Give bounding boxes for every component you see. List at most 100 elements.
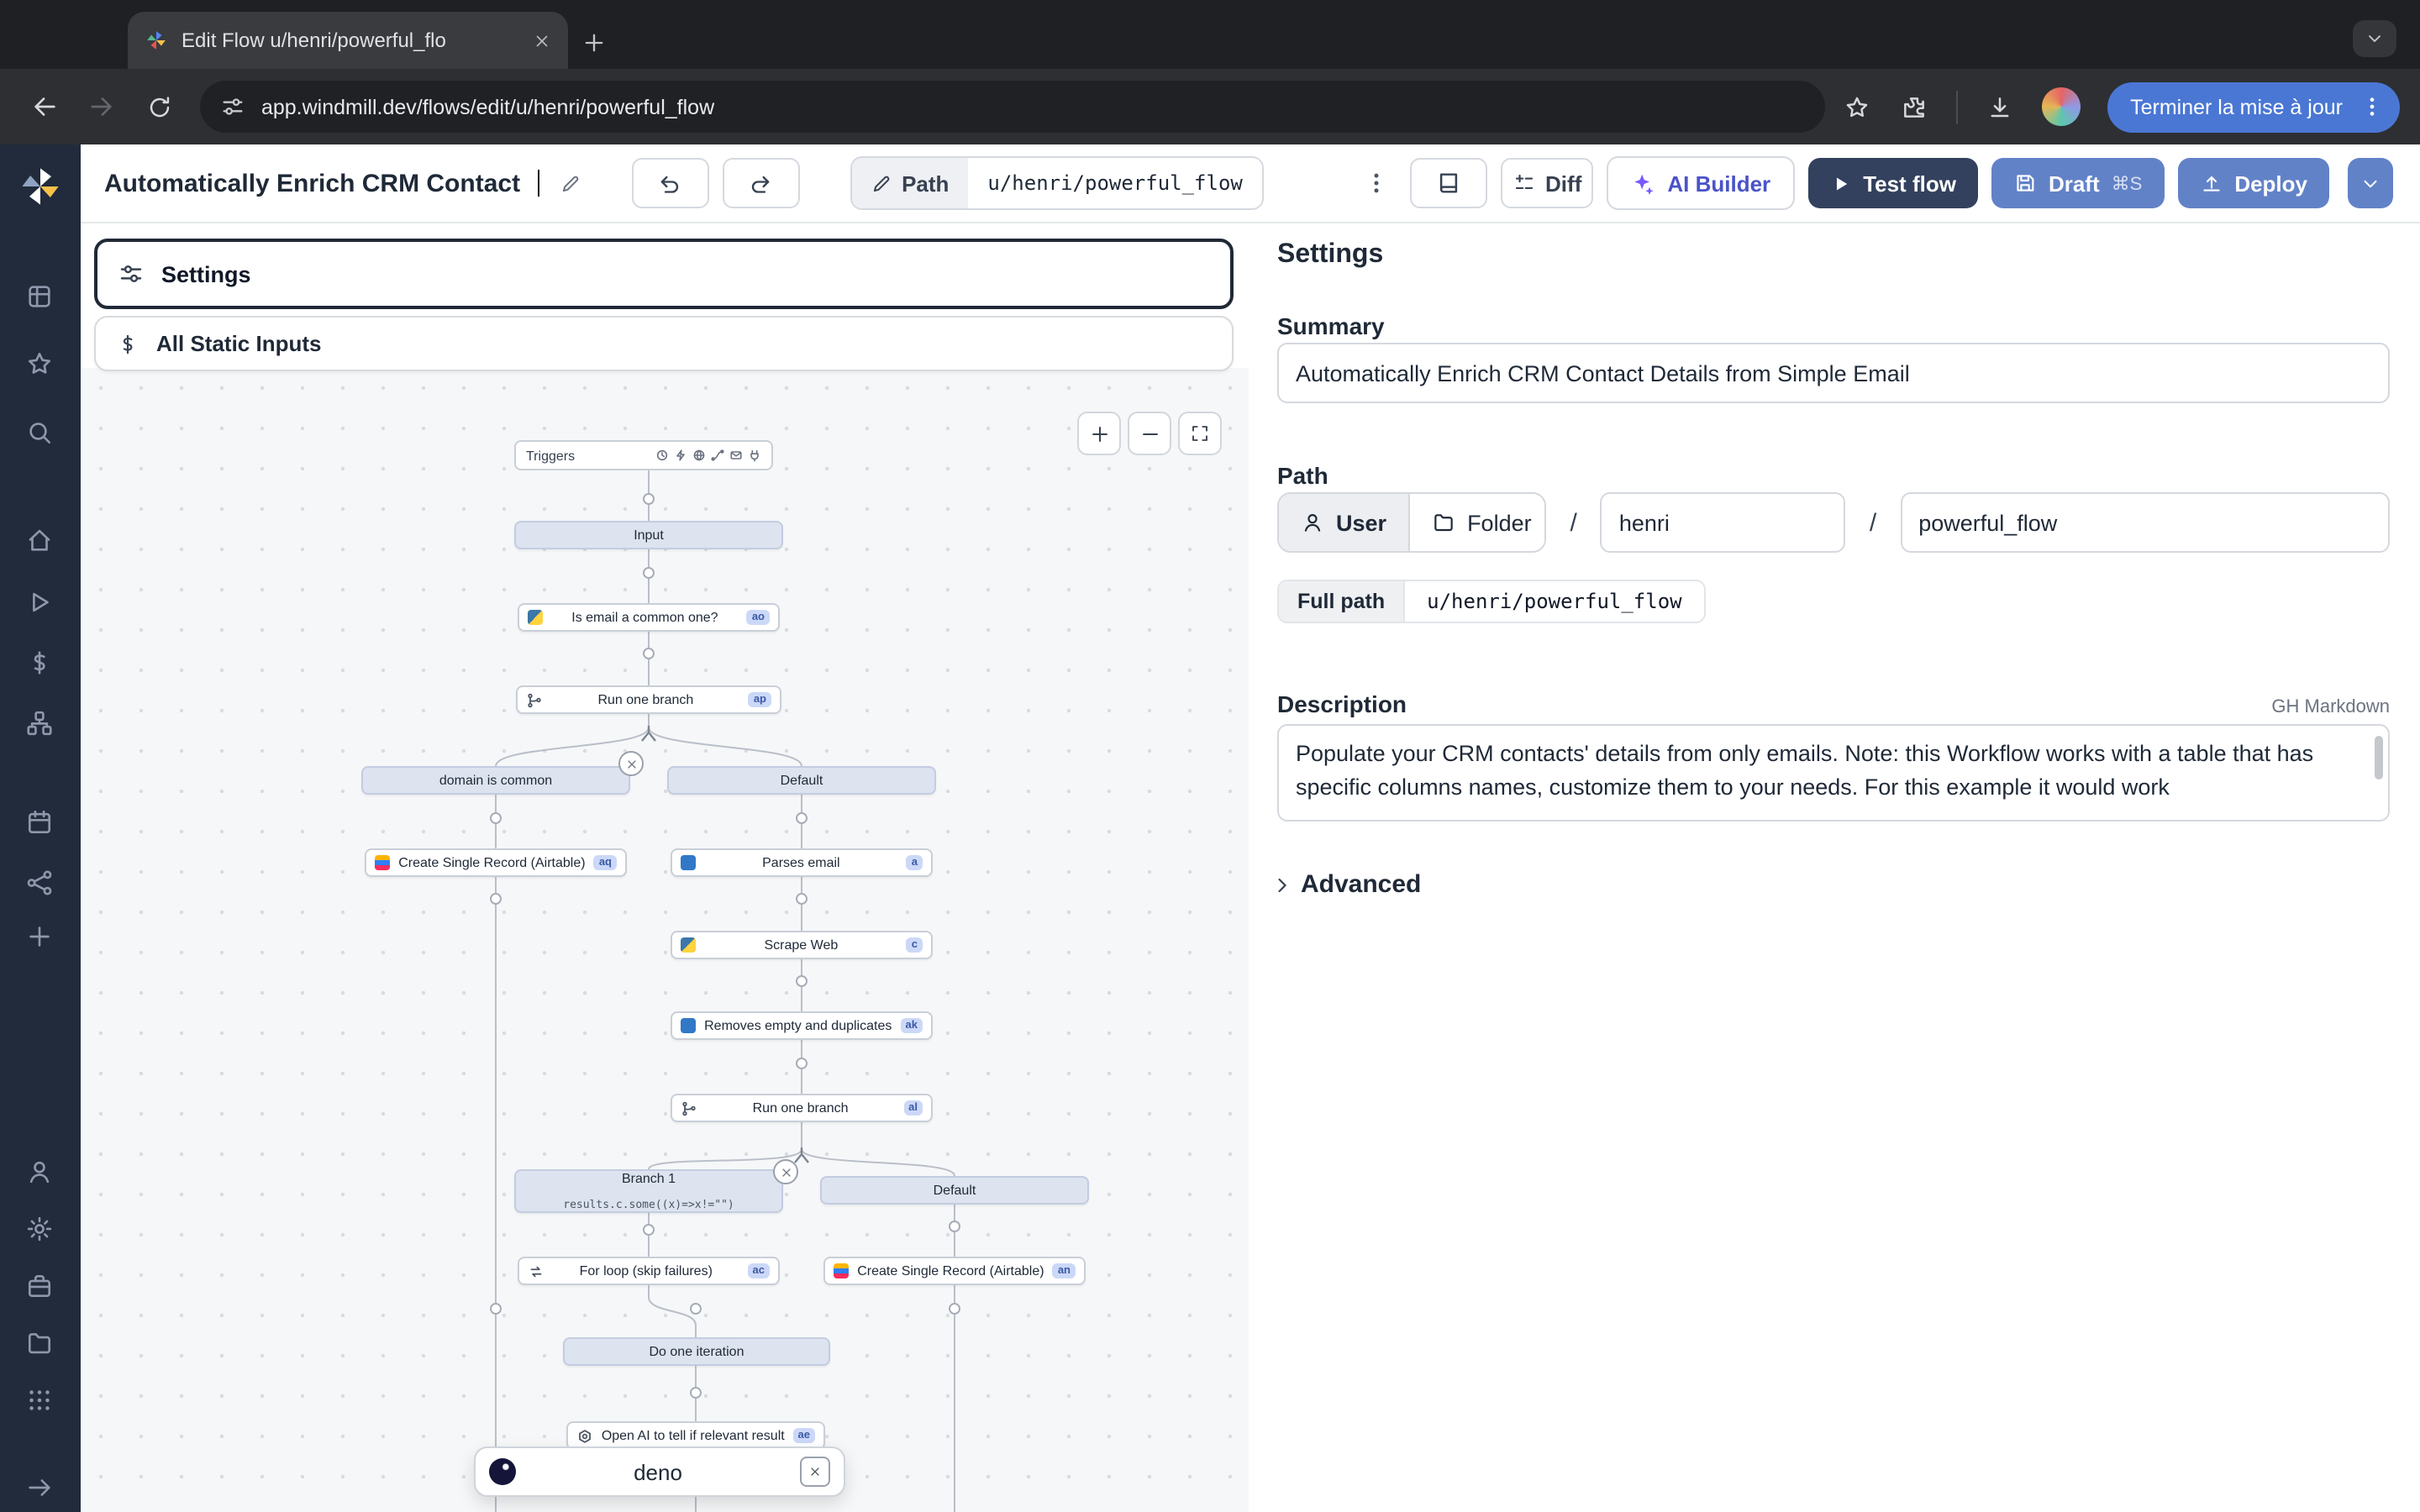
- back-button[interactable]: [20, 81, 71, 132]
- tab-close-icon[interactable]: [533, 31, 551, 50]
- settings-tab[interactable]: Settings: [94, 239, 1234, 309]
- home-icon[interactable]: [25, 526, 55, 556]
- zoom-out-button[interactable]: [1128, 412, 1171, 455]
- apps-menu-icon[interactable]: [25, 1386, 55, 1416]
- flow-node[interactable]: Is email a common one?ao: [518, 603, 780, 632]
- folder-toggle[interactable]: Folder: [1408, 494, 1546, 551]
- websocket-icon[interactable]: [711, 449, 724, 462]
- extensions-icon[interactable]: [1889, 81, 1939, 132]
- deploy-dropdown-chevron-icon[interactable]: [2348, 158, 2393, 208]
- flow-node[interactable]: Default: [667, 766, 936, 795]
- flow-name-input[interactable]: [1900, 492, 2390, 553]
- add-step-dot[interactable]: [644, 568, 654, 578]
- add-step-dot[interactable]: [644, 648, 654, 659]
- add-step-dot[interactable]: [797, 976, 807, 986]
- apps-grid-icon[interactable]: [25, 282, 55, 312]
- add-step-dot[interactable]: [950, 1221, 960, 1231]
- flow-node[interactable]: Scrape Webc: [671, 931, 933, 959]
- draft-button[interactable]: Draft ⌘S: [1991, 158, 2164, 208]
- reload-button[interactable]: [134, 81, 184, 132]
- browser-menu-kebab-icon[interactable]: [2353, 87, 2393, 127]
- flow-node[interactable]: Parses emaila: [671, 848, 933, 877]
- variables-dollar-icon[interactable]: [25, 648, 55, 679]
- owner-input[interactable]: [1601, 492, 1846, 553]
- fit-view-button[interactable]: [1178, 412, 1222, 455]
- collapse-arrow-icon[interactable]: [25, 1473, 55, 1504]
- search-icon[interactable]: [25, 418, 55, 449]
- settings-gear-icon[interactable]: [25, 1215, 55, 1245]
- site-settings-icon[interactable]: [221, 94, 246, 119]
- docs-book-button[interactable]: [1409, 158, 1486, 208]
- user-toggle[interactable]: User: [1279, 494, 1408, 551]
- add-step-dot[interactable]: [691, 1388, 701, 1398]
- add-plus-icon[interactable]: [25, 922, 55, 953]
- email-trigger-icon[interactable]: [729, 449, 743, 462]
- address-bar[interactable]: app.windmill.dev/flows/edit/u/henri/powe…: [201, 81, 1825, 133]
- flow-node[interactable]: Create Single Record (Airtable)aq: [365, 848, 627, 877]
- webhook-icon[interactable]: [674, 449, 687, 462]
- more-options-kebab-icon[interactable]: [1355, 170, 1396, 197]
- browser-tab[interactable]: Edit Flow u/henri/powerful_flo: [128, 12, 568, 69]
- add-step-dot[interactable]: [644, 494, 654, 504]
- remove-branch-icon[interactable]: [773, 1159, 798, 1184]
- add-step-dot[interactable]: [950, 1304, 960, 1314]
- advanced-section-toggle[interactable]: Advanced: [1270, 870, 1421, 899]
- flow-node[interactable]: Create Single Record (Airtable)an: [823, 1257, 1086, 1285]
- profile-avatar[interactable]: [2041, 87, 2080, 126]
- http-route-icon[interactable]: [692, 449, 706, 462]
- downloads-icon[interactable]: [1975, 81, 2025, 132]
- test-flow-button[interactable]: Test flow: [1807, 158, 1978, 208]
- add-step-dot[interactable]: [797, 1058, 807, 1068]
- add-step-dot[interactable]: [491, 894, 501, 904]
- flow-node[interactable]: Run one branchal: [671, 1094, 933, 1122]
- flow-graph-canvas[interactable]: Triggers Input Is email a common one?ao Ru…: [81, 368, 1249, 1512]
- add-step-dot[interactable]: [691, 1304, 701, 1314]
- all-static-inputs-tab[interactable]: All Static Inputs: [94, 316, 1234, 371]
- workers-share-icon[interactable]: [25, 869, 55, 899]
- tab-search-button[interactable]: [2353, 20, 2396, 57]
- flow-node[interactable]: Branch 1results.c.some((x)=>x!=""): [514, 1169, 783, 1213]
- flow-node[interactable]: For loop (skip failures)ac: [518, 1257, 780, 1285]
- edit-title-pencil-icon[interactable]: [559, 172, 581, 194]
- triggers-node[interactable]: Triggers: [514, 440, 773, 470]
- add-step-dot[interactable]: [797, 813, 807, 823]
- description-textarea[interactable]: Populate your CRM contacts' details from…: [1277, 724, 2390, 822]
- kafka-icon[interactable]: [748, 449, 761, 462]
- flow-node[interactable]: Run one branchap: [516, 685, 781, 714]
- redo-button[interactable]: [722, 158, 799, 208]
- flow-node[interactable]: Default: [820, 1176, 1089, 1205]
- add-step-dot[interactable]: [491, 1304, 501, 1314]
- remove-branch-icon[interactable]: [618, 751, 644, 776]
- user-icon[interactable]: [25, 1158, 55, 1188]
- runs-play-icon[interactable]: [25, 588, 55, 618]
- ai-builder-button[interactable]: AI Builder: [1607, 156, 1794, 210]
- add-step-dot[interactable]: [797, 894, 807, 904]
- bookmark-star-icon[interactable]: [1832, 81, 1882, 132]
- flow-node[interactable]: Open AI to tell if relevant resultae: [566, 1421, 825, 1450]
- flow-node[interactable]: domain is common: [361, 766, 630, 795]
- forward-button[interactable]: [77, 81, 128, 132]
- path-chip[interactable]: Path u/henri/powerful_flow: [850, 156, 1265, 210]
- zoom-in-button[interactable]: [1077, 412, 1121, 455]
- flow-title[interactable]: Automatically Enrich CRM Contact: [104, 169, 520, 197]
- description-scrollbar[interactable]: [2375, 736, 2383, 780]
- deploy-button[interactable]: Deploy: [2177, 158, 2329, 208]
- browser-update-button[interactable]: Terminer la mise à jour: [2107, 81, 2400, 132]
- folders-icon[interactable]: [25, 1329, 55, 1359]
- new-tab-button[interactable]: [581, 30, 607, 55]
- flow-node[interactable]: Do one iteration: [563, 1337, 830, 1366]
- flow-node[interactable]: Input: [514, 521, 783, 549]
- windmill-logo[interactable]: [18, 165, 62, 208]
- summary-input[interactable]: [1277, 343, 2390, 403]
- diff-button[interactable]: Diff: [1500, 158, 1593, 208]
- popup-close-icon[interactable]: [800, 1457, 830, 1487]
- schedule-icon[interactable]: [655, 449, 669, 462]
- favorites-star-icon[interactable]: [25, 349, 55, 380]
- workspace-case-icon[interactable]: [25, 1272, 55, 1302]
- add-step-dot[interactable]: [644, 1225, 654, 1235]
- add-step-dot[interactable]: [491, 813, 501, 823]
- undo-button[interactable]: [631, 158, 708, 208]
- schedules-calendar-icon[interactable]: [25, 808, 55, 838]
- flow-node[interactable]: Removes empty and duplicatesak: [671, 1011, 933, 1040]
- deno-popup[interactable]: deno: [474, 1446, 845, 1497]
